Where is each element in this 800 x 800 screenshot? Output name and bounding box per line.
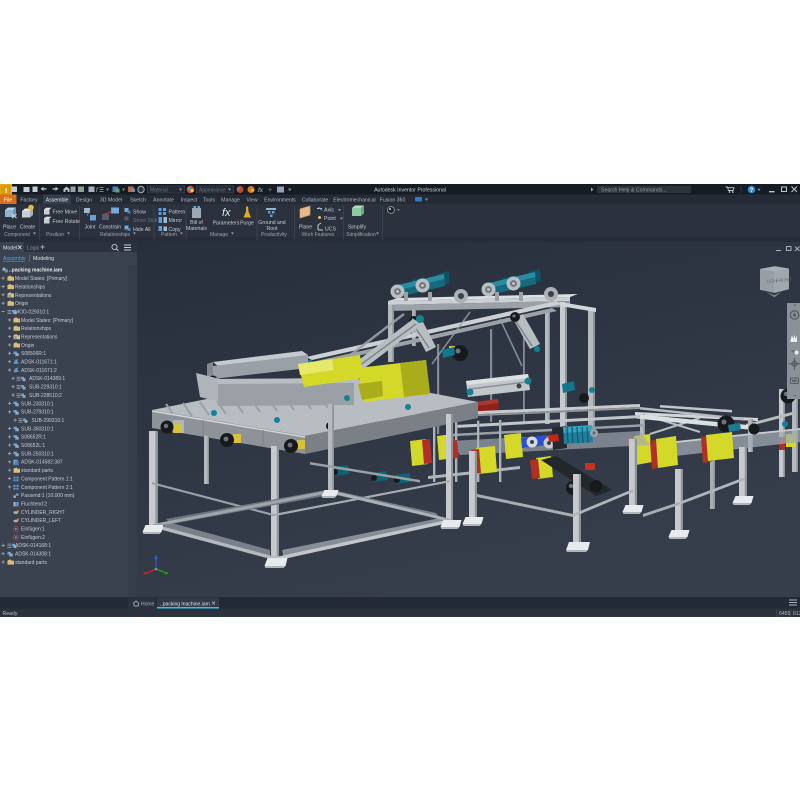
svg-text:6459: 6459 xyxy=(779,611,791,617)
svg-text:standard parts: standard parts xyxy=(21,468,53,474)
svg-text:Work Features: Work Features xyxy=(302,231,335,237)
svg-text:Position: Position xyxy=(46,231,64,237)
svg-text:Relationships: Relationships xyxy=(100,231,131,237)
svg-text:Autodesk Inventor Professional: Autodesk Inventor Professional xyxy=(374,187,446,193)
svg-text:ADSK-014582:387: ADSK-014582:387 xyxy=(21,459,63,465)
svg-text:..packing machine.iam: ..packing machine.iam xyxy=(9,267,63,273)
svg-text:3D Model: 3D Model xyxy=(100,197,122,203)
svg-text:Collaborate: Collaborate xyxy=(302,197,329,203)
svg-text:..packing machine.iam: ..packing machine.iam xyxy=(160,601,210,607)
svg-text:Logic: Logic xyxy=(27,245,40,251)
svg-text:Einfügen:1: Einfügen:1 xyxy=(21,526,45,532)
svg-text:Fluchtend:2: Fluchtend:2 xyxy=(21,501,47,507)
svg-text:Assemble: Assemble xyxy=(46,197,69,203)
svg-text:Annotate: Annotate xyxy=(153,197,174,203)
svg-text:Point: Point xyxy=(324,216,336,222)
svg-text:?: ? xyxy=(750,187,754,193)
svg-text:SUB-228510:2: SUB-228510:2 xyxy=(29,393,62,399)
svg-text:Factory: Factory xyxy=(20,197,38,203)
svg-text:Modeling: Modeling xyxy=(33,256,54,262)
svg-text:Origin: Origin xyxy=(15,301,29,307)
svg-text:Passend:1 (10.000 mm): Passend:1 (10.000 mm) xyxy=(21,493,75,499)
svg-text:Environments: Environments xyxy=(264,197,296,203)
svg-text:Relationships: Relationships xyxy=(15,284,46,290)
svg-text:Parameters: Parameters xyxy=(213,220,240,226)
svg-text:Component Pattern 2:1: Component Pattern 2:1 xyxy=(21,484,73,490)
svg-text:Axis: Axis xyxy=(324,207,334,213)
svg-text:fx: fx xyxy=(222,207,231,219)
svg-text:I: I xyxy=(5,186,7,195)
svg-text:Pattern: Pattern xyxy=(169,209,186,215)
svg-text:SUB-299310:1: SUB-299310:1 xyxy=(32,418,65,424)
svg-text:S08506R:1: S08506R:1 xyxy=(21,351,46,357)
svg-text:SUB-229310:1: SUB-229310:1 xyxy=(29,384,62,390)
svg-text:ADSK-011671:2: ADSK-011671:2 xyxy=(21,367,57,373)
svg-text:File: File xyxy=(4,197,12,203)
svg-text:S08652L:1: S08652L:1 xyxy=(21,443,45,449)
svg-text:Free Rotate: Free Rotate xyxy=(53,218,81,224)
svg-text:MOD-029310:1: MOD-029310:1 xyxy=(15,309,49,315)
svg-text:Mirror: Mirror xyxy=(169,217,183,223)
svg-text:Origin: Origin xyxy=(21,342,35,348)
svg-text:Joint: Joint xyxy=(85,224,97,230)
svg-text:Representations: Representations xyxy=(21,334,58,340)
svg-text:CYLINDER_RIGHT: CYLINDER_RIGHT xyxy=(21,509,65,515)
svg-text:standard parts: standard parts xyxy=(15,559,47,565)
svg-text:Productivity: Productivity xyxy=(261,231,287,237)
svg-text:FRONT: FRONT xyxy=(776,277,792,283)
svg-text:SUB-279310:1: SUB-279310:1 xyxy=(21,409,54,415)
svg-text:Materials: Materials xyxy=(186,226,207,232)
svg-text:Material: Material xyxy=(150,187,168,193)
svg-text:613: 613 xyxy=(793,611,800,617)
svg-text:View: View xyxy=(246,197,257,203)
svg-text:Electromechanical: Electromechanical xyxy=(333,197,375,203)
svg-text:Manage: Manage xyxy=(221,197,240,203)
svg-text:Design: Design xyxy=(76,197,92,203)
svg-text:CYLINDER_LEFT: CYLINDER_LEFT xyxy=(21,518,61,524)
svg-text:Representations: Representations xyxy=(15,292,52,298)
svg-text:Manage: Manage xyxy=(210,231,228,237)
svg-text:Simplification: Simplification xyxy=(346,231,376,237)
svg-text:Relationships: Relationships xyxy=(21,326,52,332)
svg-text:SUB-250310:1: SUB-250310:1 xyxy=(21,451,54,457)
svg-text:Pattern: Pattern xyxy=(161,231,177,237)
svg-text:Fusion 360: Fusion 360 xyxy=(380,197,406,203)
svg-text:SUB-360310:1: SUB-360310:1 xyxy=(21,426,54,432)
svg-text:ADSK-011671:1: ADSK-011671:1 xyxy=(21,359,57,365)
svg-text:Free Move: Free Move xyxy=(53,209,78,215)
svg-text:Show: Show xyxy=(133,209,146,215)
svg-text:fx: fx xyxy=(258,187,264,194)
svg-text:Hide All: Hide All xyxy=(133,226,151,232)
svg-text:Show Sick: Show Sick xyxy=(133,217,158,223)
svg-text:Model States: [Primary]: Model States: [Primary] xyxy=(15,276,68,282)
svg-text:Component: Component xyxy=(4,231,30,237)
svg-text:+: + xyxy=(268,187,272,194)
svg-text:Einfügen:2: Einfügen:2 xyxy=(21,534,45,540)
svg-text:Appearance: Appearance xyxy=(199,187,226,193)
svg-text:Model States: [Primary]: Model States: [Primary] xyxy=(21,317,74,323)
svg-text:Home: Home xyxy=(141,601,155,607)
svg-text:Sketch: Sketch xyxy=(130,197,146,203)
svg-text:S08652R:1: S08652R:1 xyxy=(21,434,46,440)
svg-text:SUB-230310:1: SUB-230310:1 xyxy=(21,401,54,407)
svg-text:Ready: Ready xyxy=(3,611,18,617)
svg-text:ADSK-014389:1: ADSK-014389:1 xyxy=(29,376,65,382)
svg-text:Search Help & Commands...: Search Help & Commands... xyxy=(601,187,667,193)
svg-text:Create: Create xyxy=(20,224,36,230)
svg-text:Simplify: Simplify xyxy=(348,224,367,230)
svg-text:Model: Model xyxy=(3,245,17,251)
svg-text:Component Pattern 1:1: Component Pattern 1:1 xyxy=(21,476,73,482)
svg-text:Place: Place xyxy=(3,224,16,230)
svg-text:Plane: Plane xyxy=(299,224,312,230)
svg-text:Inspect: Inspect xyxy=(181,197,198,203)
svg-text:ADSK-014168:1: ADSK-014168:1 xyxy=(15,543,51,549)
svg-text:ADSK-014308:1: ADSK-014308:1 xyxy=(15,551,51,557)
svg-text:Tools: Tools xyxy=(203,197,216,203)
svg-text:Purge: Purge xyxy=(240,220,254,226)
svg-text:Constrain: Constrain xyxy=(99,224,121,230)
